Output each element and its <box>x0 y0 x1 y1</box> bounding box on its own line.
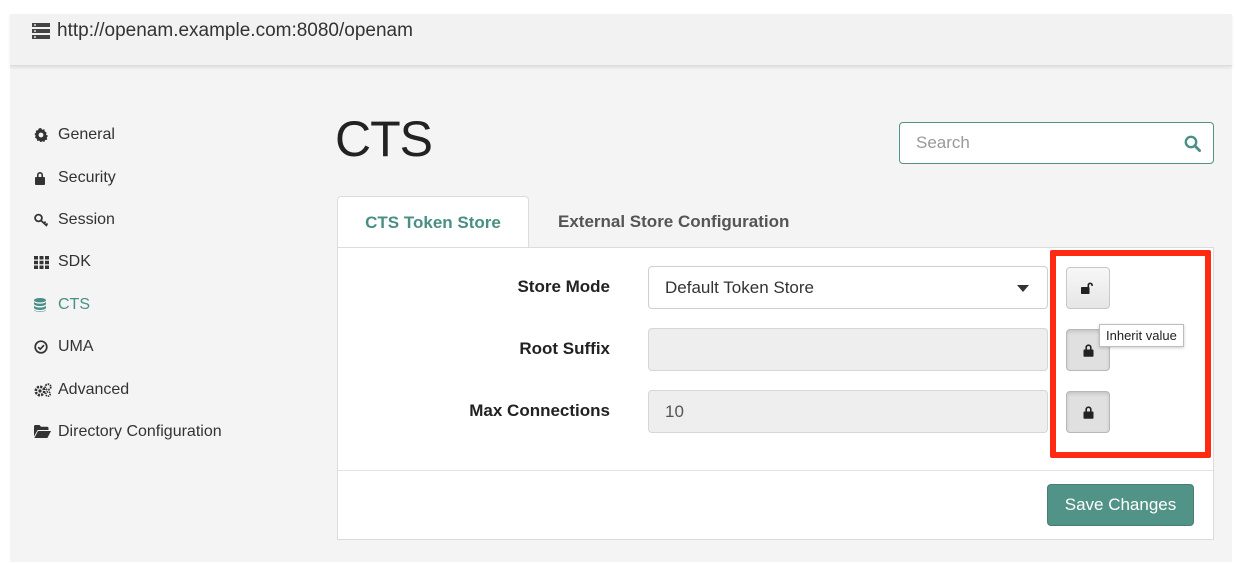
sidebar-nav: General Security Session SDK CTS UMA Adv… <box>34 114 314 453</box>
sidebar-item-advanced[interactable]: Advanced <box>34 368 314 410</box>
sidebar-item-label: SDK <box>58 253 91 271</box>
root-suffix-input[interactable] <box>648 328 1048 371</box>
sidebar-item-label: Advanced <box>58 380 130 398</box>
max-connections-lock-button[interactable] <box>1066 391 1110 433</box>
lock-icon <box>1083 343 1093 357</box>
database-icon <box>34 297 58 312</box>
caret-down-icon <box>1017 285 1029 292</box>
inherit-value-tooltip: Inherit value <box>1099 324 1184 347</box>
sidebar-item-label: CTS <box>58 295 90 313</box>
sidebar-item-directory-configuration[interactable]: Directory Configuration <box>34 411 314 453</box>
sidebar-item-label: Session <box>58 210 115 228</box>
max-connections-value: 10 <box>665 402 684 421</box>
max-connections-label: Max Connections <box>469 401 610 420</box>
gear-icon <box>34 128 58 143</box>
page-title: CTS <box>335 111 433 167</box>
max-connections-input[interactable]: 10 <box>648 390 1048 433</box>
save-changes-button[interactable]: Save Changes <box>1047 484 1194 526</box>
tab-cts-token-store[interactable]: CTS Token Store <box>337 196 529 248</box>
sidebar-item-label: UMA <box>58 338 94 356</box>
store-mode-value: Default Token Store <box>665 278 814 297</box>
unlock-icon <box>1081 282 1093 294</box>
sidebar-item-general[interactable]: General <box>34 114 314 156</box>
gears-icon <box>34 382 58 397</box>
store-mode-lock-button[interactable] <box>1066 267 1110 309</box>
store-mode-select[interactable]: Default Token Store <box>648 266 1048 309</box>
folder-open-icon <box>34 425 58 439</box>
sidebar-item-label: General <box>58 126 115 144</box>
sidebar-item-session[interactable]: Session <box>34 199 314 241</box>
server-url: http://openam.example.com:8080/openam <box>57 20 413 41</box>
search-box <box>899 122 1214 164</box>
search-icon[interactable] <box>1184 135 1201 152</box>
server-icon <box>32 23 50 39</box>
sidebar-item-label: Security <box>58 168 116 186</box>
sidebar-item-uma[interactable]: UMA <box>34 326 314 368</box>
grid-icon <box>34 255 58 269</box>
lock-icon <box>1083 405 1093 419</box>
tab-external-store-configuration[interactable]: External Store Configuration <box>558 196 789 248</box>
top-bar: http://openam.example.com:8080/openam <box>10 14 1232 66</box>
search-input[interactable] <box>900 123 1170 163</box>
check-circle-icon <box>34 340 58 354</box>
sidebar-item-label: Directory Configuration <box>58 422 222 440</box>
lock-icon <box>34 171 58 185</box>
sidebar-item-sdk[interactable]: SDK <box>34 241 314 283</box>
sidebar-item-security[interactable]: Security <box>34 156 314 198</box>
root-suffix-label: Root Suffix <box>519 339 610 358</box>
key-icon <box>34 213 58 227</box>
sidebar-item-cts[interactable]: CTS <box>34 284 314 326</box>
store-mode-label: Store Mode <box>517 277 610 296</box>
